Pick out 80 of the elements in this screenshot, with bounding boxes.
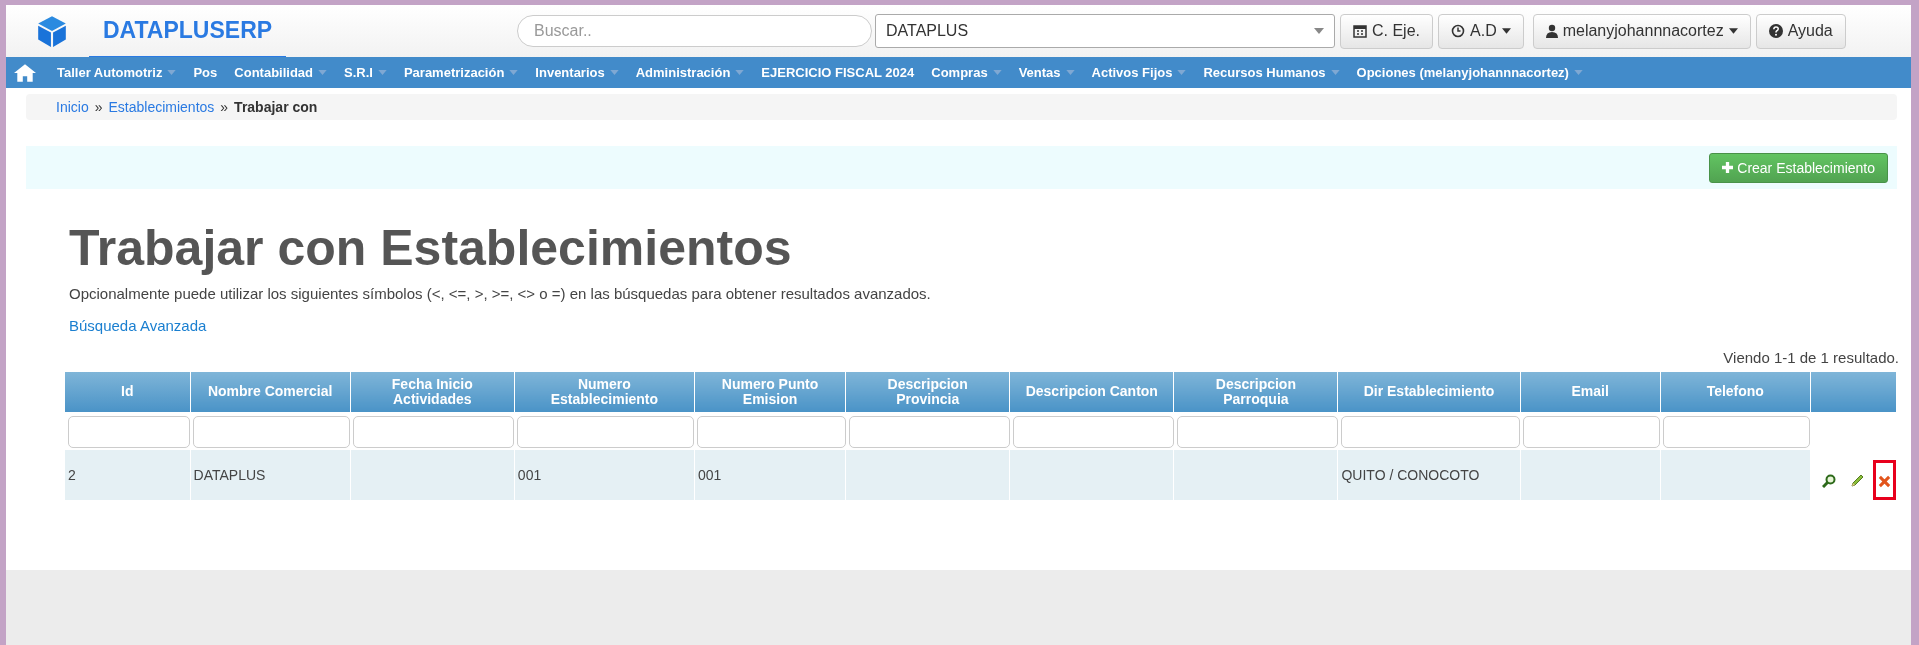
menu-item[interactable]: EJERCICIO FISCAL 2024 [761,65,915,80]
caret-icon [318,70,327,75]
filter-field[interactable] [1176,416,1338,448]
cube-icon [35,14,69,48]
menu-item[interactable]: Recursos Humanos [1203,65,1340,80]
filter-field[interactable] [697,416,846,448]
filter-field[interactable] [517,416,695,448]
column-header[interactable]: Dir Establecimiento [1337,372,1521,412]
create-button[interactable]: Crear Establecimiento [1709,152,1888,183]
caret-icon [992,70,1002,75]
column-header[interactable]: Id [65,372,191,412]
breadcrumb-link[interactable]: Establecimientos [108,99,215,115]
filter-field[interactable] [1663,416,1811,448]
filter-field[interactable] [193,416,351,448]
company-select[interactable]: DATAPLUS [875,14,1335,48]
user-icon [1545,24,1558,38]
caret-icon [609,70,619,75]
menu-item[interactable]: Administración [635,65,745,80]
table-cell: DATAPLUS [190,450,351,500]
description-text: Opcionalmente puede utilizar los siguientes símbolos (<, <=, >, >=, <> o =) en las búsquedas para obtener resultados avanzados. [69,285,932,302]
filter-field[interactable] [1012,416,1174,448]
caret-icon [1314,28,1324,34]
delete-icon[interactable] [1878,475,1891,488]
header-button[interactable]: A.D [1438,13,1524,49]
advanced-search-link[interactable]: Búsqueda Avanzada [69,317,207,334]
table-cell: 001 [694,450,846,500]
home-icon[interactable] [14,63,36,82]
caret-icon [735,70,745,75]
menu-item[interactable]: Compras [931,65,1002,80]
menu-item[interactable]: Inventarios [535,65,619,80]
search-field[interactable]: Buscar.. [517,15,872,47]
caret-icon [1573,70,1583,75]
breadcrumb-separator: » [94,99,103,115]
table-cell: QUITO / CONOCOTO [1337,450,1521,500]
column-header[interactable]: Descripcion Canton [1009,372,1174,412]
menu-item[interactable]: Ventas [1018,65,1075,80]
column-header[interactable]: Fecha Inicio Actividades [350,372,515,412]
caret-icon [1177,70,1187,75]
menu-item[interactable]: Activos Fijos [1091,65,1187,80]
breadcrumb-link[interactable]: Inicio [56,99,89,115]
caret-icon [1728,28,1738,34]
breadcrumb-current: Trabajar con [234,99,318,115]
column-header[interactable]: Numero Punto Emision [694,372,846,412]
filter-field[interactable] [1523,416,1661,448]
header-button[interactable]: melanyjohannnacortez [1532,13,1751,49]
column-header[interactable]: Email [1520,372,1661,412]
page-title: Trabajar con Establecimientos [69,219,793,277]
header-button[interactable]: Ayuda [1755,13,1846,49]
menu-item[interactable]: S.R.I [344,65,387,80]
filter-field[interactable] [848,416,1010,448]
filter-field[interactable] [1340,416,1521,448]
plus-icon [1722,162,1734,173]
results-summary: Viendo 1-1 de 1 resultado. [1723,349,1899,366]
menu-item[interactable]: Parametrización [403,65,519,80]
column-header[interactable]: Numero Establecimiento [514,372,695,412]
caret-icon [1330,70,1340,75]
clock-icon [1451,24,1465,38]
table-cell: 2 [65,450,191,500]
caret-icon [167,70,177,75]
column-header[interactable]: Telefono [1660,372,1811,412]
table-cell: 001 [514,450,695,500]
menu-item[interactable]: Pos [193,65,218,80]
caret-icon [377,70,387,75]
menu-item[interactable]: Opciones (melanyjohannnacortez) [1356,65,1583,80]
caret-icon [1065,70,1075,75]
pencil-icon[interactable] [1850,474,1864,488]
caret-icon [1501,28,1511,34]
menu-item[interactable]: Contabilidad [234,65,327,80]
help-icon [1768,24,1783,38]
filter-field[interactable] [353,416,515,448]
caret-icon [509,70,519,75]
column-header[interactable]: Nombre Comercial [190,372,351,412]
column-header[interactable]: Descripcion Parroquia [1173,372,1338,412]
filter-field[interactable] [68,416,191,448]
breadcrumb-separator: » [220,99,229,115]
magnifier-icon[interactable] [1822,474,1836,488]
menu-item[interactable]: Taller Automotriz [57,65,177,80]
calendar-icon [1353,24,1367,38]
header-button[interactable]: C. Eje. [1340,13,1433,49]
column-header[interactable]: Descripcion Provincia [845,372,1010,412]
